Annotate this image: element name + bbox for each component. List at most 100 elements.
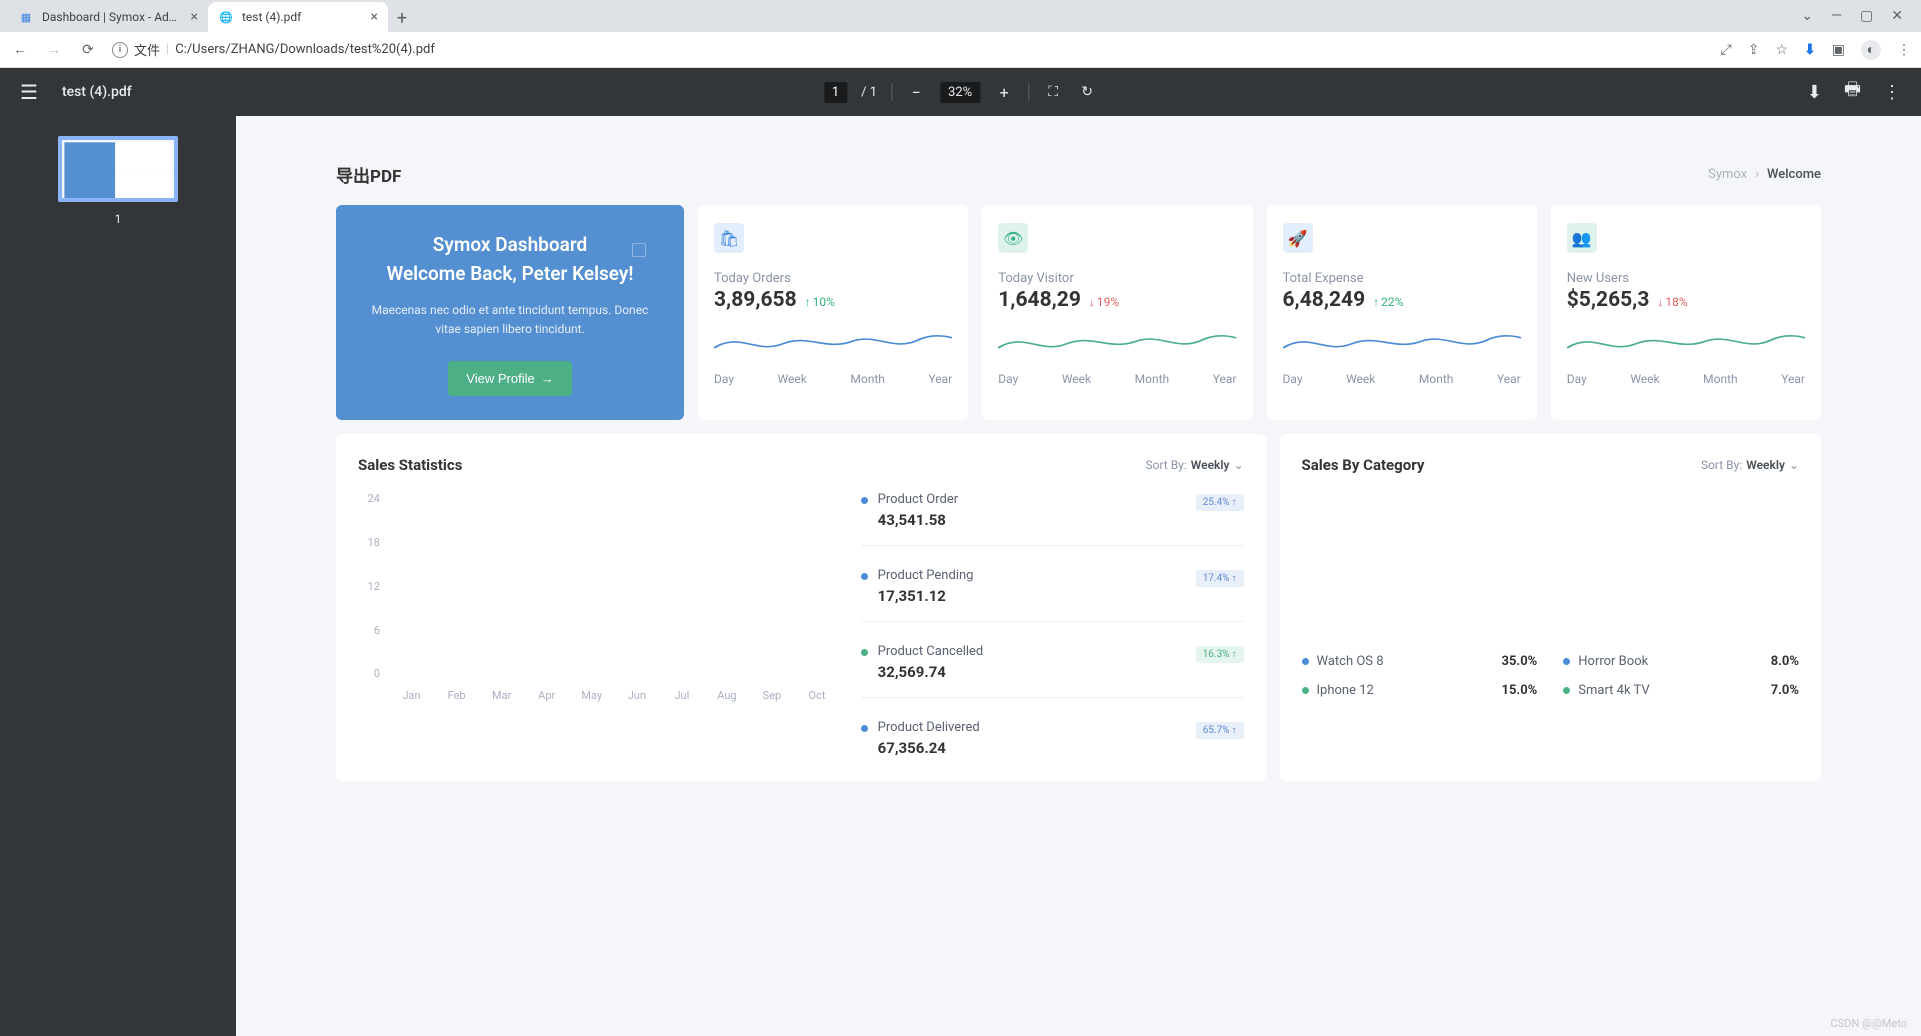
percentage-pill: 16.3% ↑ bbox=[1196, 646, 1244, 663]
sparkline bbox=[1567, 322, 1805, 360]
period-tab[interactable]: Day bbox=[1283, 372, 1303, 386]
dot-icon bbox=[1563, 687, 1570, 694]
stat-value: $5,265,3 bbox=[1567, 288, 1650, 312]
breadcrumb-root[interactable]: Symox bbox=[1708, 167, 1747, 182]
legend-label: Product Delivered bbox=[878, 720, 980, 735]
page-header: 导出PDF Symox › Welcome bbox=[336, 162, 1821, 187]
zoom-value[interactable]: 32% bbox=[940, 82, 980, 103]
chevron-down-icon: ⌄ bbox=[1789, 458, 1799, 472]
sparkline bbox=[998, 322, 1236, 360]
toolbar-right: ⤢ ⇪ ☆ ⬇ ▣ ◐ ⋮ bbox=[1721, 40, 1911, 60]
period-tab[interactable]: Day bbox=[1567, 372, 1587, 386]
page-total: / 1 bbox=[861, 85, 877, 100]
kebab-menu-icon[interactable]: ⋮ bbox=[1897, 42, 1911, 58]
browser-tab-pdf[interactable]: 🌐 test (4).pdf × bbox=[208, 2, 388, 32]
bars-container bbox=[392, 492, 837, 680]
reload-button[interactable]: ⟳ bbox=[78, 42, 98, 58]
y-axis-ticks: 24181260 bbox=[358, 492, 386, 680]
stat-value: 3,89,658 bbox=[714, 288, 797, 312]
zoom-icon[interactable]: ⤢ bbox=[1721, 42, 1732, 58]
print-icon[interactable]: 🖶 bbox=[1844, 77, 1861, 107]
period-tab[interactable]: Month bbox=[850, 372, 884, 386]
profile-avatar[interactable]: ◐ bbox=[1861, 40, 1881, 60]
stat-value: 6,48,249 bbox=[1283, 288, 1366, 312]
stat-period-tabs: Day Week Month Year bbox=[1567, 372, 1805, 386]
period-tab[interactable]: Week bbox=[1062, 372, 1091, 386]
period-tab[interactable]: Month bbox=[1419, 372, 1453, 386]
download-pdf-icon[interactable]: ⬇ bbox=[1807, 82, 1822, 103]
page-thumbnail[interactable] bbox=[58, 136, 178, 202]
back-button[interactable]: ← bbox=[10, 41, 30, 58]
stat-delta: ↓18% bbox=[1657, 295, 1687, 309]
arrow-up-icon: ↑ bbox=[1232, 573, 1237, 584]
period-tab[interactable]: Week bbox=[1630, 372, 1659, 386]
bookmark-icon[interactable]: ☆ bbox=[1775, 42, 1788, 58]
close-icon[interactable]: × bbox=[371, 9, 378, 25]
period-tab[interactable]: Year bbox=[1213, 372, 1237, 386]
close-icon[interactable]: × bbox=[191, 9, 198, 25]
arrow-right-icon: → bbox=[541, 371, 554, 386]
new-tab-button[interactable]: + bbox=[388, 4, 416, 32]
period-tab[interactable]: Week bbox=[1346, 372, 1375, 386]
grid-icon: ▦ bbox=[18, 9, 34, 25]
dot-icon bbox=[1302, 687, 1309, 694]
zoom-in-button[interactable]: + bbox=[994, 83, 1014, 102]
browser-tab-dashboard[interactable]: ▦ Dashboard | Symox - Admin & × bbox=[8, 2, 208, 32]
welcome-card: Symox Dashboard Welcome Back, Peter Kels… bbox=[336, 205, 684, 420]
period-tab[interactable]: Year bbox=[928, 372, 952, 386]
period-tab[interactable]: Week bbox=[778, 372, 807, 386]
window-controls: ⌄ — ▢ ✕ bbox=[1783, 0, 1921, 32]
sort-by-dropdown[interactable]: Sort By: Weekly ⌄ bbox=[1701, 458, 1799, 472]
page-scroll-area[interactable]: 导出PDF Symox › Welcome Symox Dashboard We… bbox=[236, 116, 1921, 1036]
bar-chart: 24181260 JanFebMarAprMayJunJulAugSepOct bbox=[358, 492, 837, 702]
kebab-menu-icon[interactable]: ⋮ bbox=[1883, 82, 1901, 103]
pdf-filename: test (4).pdf bbox=[62, 84, 132, 100]
tab-title: test (4).pdf bbox=[242, 10, 363, 24]
stat-label: Total Expense bbox=[1283, 271, 1521, 286]
breadcrumb-current: Welcome bbox=[1767, 167, 1821, 182]
page-content: 导出PDF Symox › Welcome Symox Dashboard We… bbox=[236, 116, 1921, 1036]
period-tab[interactable]: Day bbox=[998, 372, 1018, 386]
url-text: C:/Users/ZHANG/Downloads/test%20(4).pdf bbox=[175, 42, 435, 57]
address-bar[interactable]: i 文件 | C:/Users/ZHANG/Downloads/test%20(… bbox=[112, 40, 1707, 59]
dot-icon bbox=[861, 725, 868, 732]
category-value: 8.0% bbox=[1771, 654, 1799, 669]
browser-tab-strip: ▦ Dashboard | Symox - Admin & × 🌐 test (… bbox=[0, 0, 1921, 32]
stat-period-tabs: Day Week Month Year bbox=[714, 372, 952, 386]
stat-delta: ↑10% bbox=[805, 295, 835, 309]
stat-label: Today Orders bbox=[714, 271, 952, 286]
close-window-button[interactable]: ✕ bbox=[1891, 8, 1903, 24]
chevron-down-icon[interactable]: ⌄ bbox=[1801, 8, 1813, 24]
hamburger-icon[interactable]: ☰ bbox=[20, 80, 38, 104]
minimize-button[interactable]: — bbox=[1831, 8, 1842, 24]
percentage-pill: 17.4% ↑ bbox=[1196, 570, 1244, 587]
page-current-input[interactable]: 1 bbox=[824, 82, 847, 103]
dot-icon bbox=[1302, 658, 1309, 665]
forward-button[interactable]: → bbox=[44, 41, 64, 58]
download-icon[interactable]: ⬇ bbox=[1804, 42, 1816, 58]
stat-delta: ↑22% bbox=[1373, 295, 1403, 309]
rotate-icon[interactable]: ↻ bbox=[1077, 82, 1097, 102]
stat-period-tabs: Day Week Month Year bbox=[998, 372, 1236, 386]
legend-value: 67,356.24 bbox=[878, 739, 980, 757]
chart-title: Sales By Category bbox=[1302, 456, 1425, 474]
maximize-button[interactable]: ▢ bbox=[1860, 8, 1873, 24]
sidepanel-icon[interactable]: ▣ bbox=[1832, 42, 1845, 58]
share-icon[interactable]: ⇪ bbox=[1748, 42, 1760, 58]
period-tab[interactable]: Year bbox=[1781, 372, 1805, 386]
period-tab[interactable]: Day bbox=[714, 372, 734, 386]
zoom-out-button[interactable]: − bbox=[906, 83, 926, 102]
page-title: 导出PDF bbox=[336, 162, 401, 187]
category-legend: Watch OS 8 35.0% Iphone 12 15.0% Horror … bbox=[1302, 654, 1799, 698]
percentage-pill: 25.4% ↑ bbox=[1196, 494, 1244, 511]
sort-by-dropdown[interactable]: Sort By: Weekly ⌄ bbox=[1145, 458, 1243, 472]
sales-category-card: Sales By Category Sort By: Weekly ⌄ Watc… bbox=[1280, 434, 1821, 781]
period-tab[interactable]: Year bbox=[1497, 372, 1521, 386]
period-tab[interactable]: Month bbox=[1703, 372, 1737, 386]
legend-value: 17,351.12 bbox=[878, 587, 974, 605]
view-profile-button[interactable]: View Profile → bbox=[448, 361, 571, 396]
fit-page-icon[interactable]: ⛶ bbox=[1043, 82, 1063, 102]
period-tab[interactable]: Month bbox=[1135, 372, 1169, 386]
info-icon[interactable]: i bbox=[112, 42, 128, 58]
stat-label: New Users bbox=[1567, 271, 1805, 286]
